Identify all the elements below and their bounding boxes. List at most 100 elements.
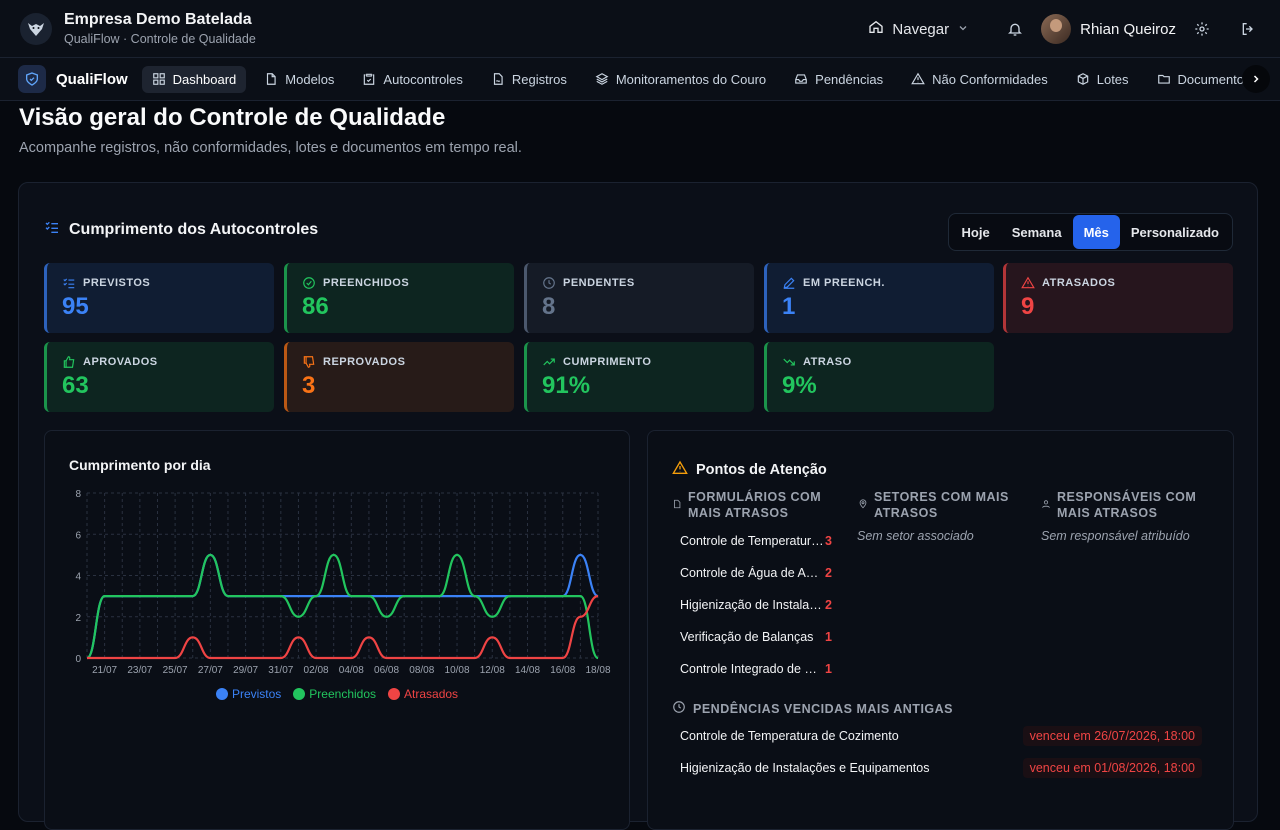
attention-title-label: Pontos de Atenção	[696, 462, 827, 478]
nav-item-n-o-conformidades[interactable]: Não Conformidades	[901, 66, 1058, 93]
bell-icon[interactable]	[1007, 21, 1023, 37]
user-icon	[1041, 497, 1051, 521]
line-chart: 0 2 4 6 8 21/07 23/07 25/07 27/07 29/07 31/07 02/08…	[75, 489, 611, 676]
file-icon	[264, 72, 278, 86]
x-tick-label: 31/07	[268, 665, 293, 676]
form-name: Higienização de Instalações e Equipament…	[680, 598, 824, 612]
form-count: 1	[825, 630, 832, 644]
pending-row[interactable]: Controle de Temperatura de Cozimento venc…	[672, 721, 1210, 751]
logout-icon[interactable]	[1240, 21, 1256, 37]
form-name: Controle de Água de Abastecimento	[680, 566, 824, 580]
warning-icon	[1021, 276, 1035, 290]
layers-icon	[595, 72, 609, 86]
thumbs-up-icon	[62, 355, 76, 369]
stat-label-text: APROVADOS	[83, 356, 158, 368]
pending-due: venceu em 26/07/2026, 18:00	[1022, 726, 1202, 746]
sectors-empty: Sem setor associado	[857, 529, 974, 543]
stat-card-atrasados: ATRASADOS 9	[1003, 263, 1233, 333]
stat-card-em-preench-: EM PREENCH. 1	[764, 263, 994, 333]
form-list-item[interactable]: Controle Integrado de Pragas1	[680, 662, 832, 676]
pending-title: PENDÊNCIAS VENCIDAS MAIS ANTIGAS	[693, 701, 954, 716]
section-title-label: Cumprimento dos Autocontroles	[69, 220, 319, 238]
stat-label-text: PREENCHIDOS	[323, 277, 410, 289]
navigate-menu-button[interactable]: Navegar	[868, 19, 969, 39]
period-option-2[interactable]: Mês	[1072, 215, 1120, 249]
stat-label-text: ATRASO	[803, 356, 852, 368]
period-option-3[interactable]: Personalizado	[1120, 215, 1230, 249]
stat-card-value: 9%	[782, 372, 817, 399]
box-icon	[1076, 72, 1090, 86]
form-count: 3	[825, 534, 832, 548]
form-count: 2	[825, 566, 832, 580]
gear-icon[interactable]	[1194, 21, 1210, 37]
stat-card-label: ATRASO	[782, 355, 994, 369]
chevron-down-icon	[957, 21, 969, 38]
clipboard-check-icon	[362, 72, 376, 86]
nav-item-pend-ncias[interactable]: Pendências	[784, 66, 893, 93]
series-line-preenchidos[interactable]	[85, 553, 600, 660]
nav-item-lotes[interactable]: Lotes	[1066, 66, 1139, 93]
stat-card-label: ATRASADOS	[1021, 276, 1233, 290]
trending-up-icon	[542, 355, 556, 369]
user-name[interactable]: Rhian Queiroz	[1080, 21, 1176, 38]
series-line-atrasados[interactable]	[86, 595, 599, 660]
x-tick-label: 18/08	[585, 665, 610, 676]
period-option-1[interactable]: Semana	[1001, 215, 1073, 249]
form-list-item[interactable]: Controle de Temperatura de Cozimento3	[680, 534, 832, 548]
file-signature-icon	[491, 72, 505, 86]
legend-swatch	[293, 688, 306, 700]
avatar[interactable]	[1041, 14, 1072, 44]
nav-item-label: Lotes	[1096, 71, 1129, 87]
navigate-label: Navegar	[892, 20, 950, 38]
y-tick-label: 0	[75, 654, 81, 665]
form-list-item[interactable]: Controle de Água de Abastecimento2	[680, 566, 832, 580]
form-name: Controle Integrado de Pragas	[680, 662, 824, 676]
nav-item-autocontroles[interactable]: Autocontroles	[352, 66, 473, 93]
company-info: Empresa Demo Batelada QualiFlow · Contro…	[64, 11, 256, 46]
stat-label-text: PENDENTES	[563, 277, 635, 289]
stat-card-value: 1	[782, 293, 796, 320]
chevron-right-icon[interactable]	[1242, 65, 1270, 93]
period-option-0[interactable]: Hoje	[951, 215, 1001, 249]
pending-name: Higienização de Instalações e Equipament…	[680, 761, 930, 775]
nav-item-label: Autocontroles	[383, 71, 463, 87]
stat-card-label: REPROVADOS	[302, 355, 514, 369]
nav-item-dashboard[interactable]: Dashboard	[141, 65, 247, 93]
y-tick-label: 4	[75, 572, 81, 583]
nav-item-registros[interactable]: Registros	[481, 66, 577, 93]
legend-item[interactable]: Atrasados	[388, 687, 458, 701]
dashboard-icon	[152, 72, 166, 86]
form-list-item[interactable]: Higienização de Instalações e Equipament…	[680, 598, 832, 612]
stat-card-value: 9	[1021, 293, 1035, 320]
stat-label-text: PREVISTOS	[83, 277, 151, 289]
stat-card-cumprimento: CUMPRIMENTO 91%	[524, 342, 754, 412]
x-tick-label: 08/08	[409, 665, 434, 676]
company-logo-icon[interactable]	[20, 12, 52, 45]
legend-item[interactable]: Preenchidos	[293, 687, 376, 701]
thumbs-down-icon	[302, 355, 316, 369]
page-subtitle: Acompanhe registros, não conformidades, …	[19, 140, 522, 156]
clock-icon	[542, 276, 556, 290]
legend-label: Atrasados	[404, 687, 459, 701]
stat-card-atraso: ATRASO 9%	[764, 342, 994, 412]
check-circle-icon	[302, 276, 316, 290]
nav-item-modelos[interactable]: Modelos	[254, 66, 344, 93]
pending-due: venceu em 01/08/2026, 18:00	[1022, 758, 1202, 778]
compliance-panel: Cumprimento dos Autocontroles Hoje Semana…	[18, 182, 1258, 830]
x-tick-label: 23/07	[127, 665, 152, 676]
form-name: Verificação de Balanças	[680, 630, 814, 644]
form-list-item[interactable]: Verificação de Balanças 1	[680, 630, 832, 644]
x-tick-label: 02/08	[304, 665, 329, 676]
brand-name: QualiFlow	[56, 70, 128, 88]
stat-card-pendentes: PENDENTES 8	[524, 263, 754, 333]
section-title: Cumprimento dos Autocontroles	[44, 219, 318, 240]
pending-row[interactable]: Higienização de Instalações e Equipament…	[672, 753, 1210, 783]
x-tick-label: 21/07	[92, 665, 117, 676]
y-tick-label: 8	[75, 489, 81, 500]
legend-item[interactable]: Previstos	[215, 687, 281, 701]
stat-label-text: CUMPRIMENTO	[563, 356, 652, 368]
series-line-previstos[interactable]	[85, 553, 599, 660]
nav-item-monitoramentos-do-couro[interactable]: Monitoramentos do Couro	[585, 66, 776, 93]
stat-card-value: 8	[542, 293, 556, 320]
brand[interactable]: QualiFlow	[18, 65, 128, 93]
